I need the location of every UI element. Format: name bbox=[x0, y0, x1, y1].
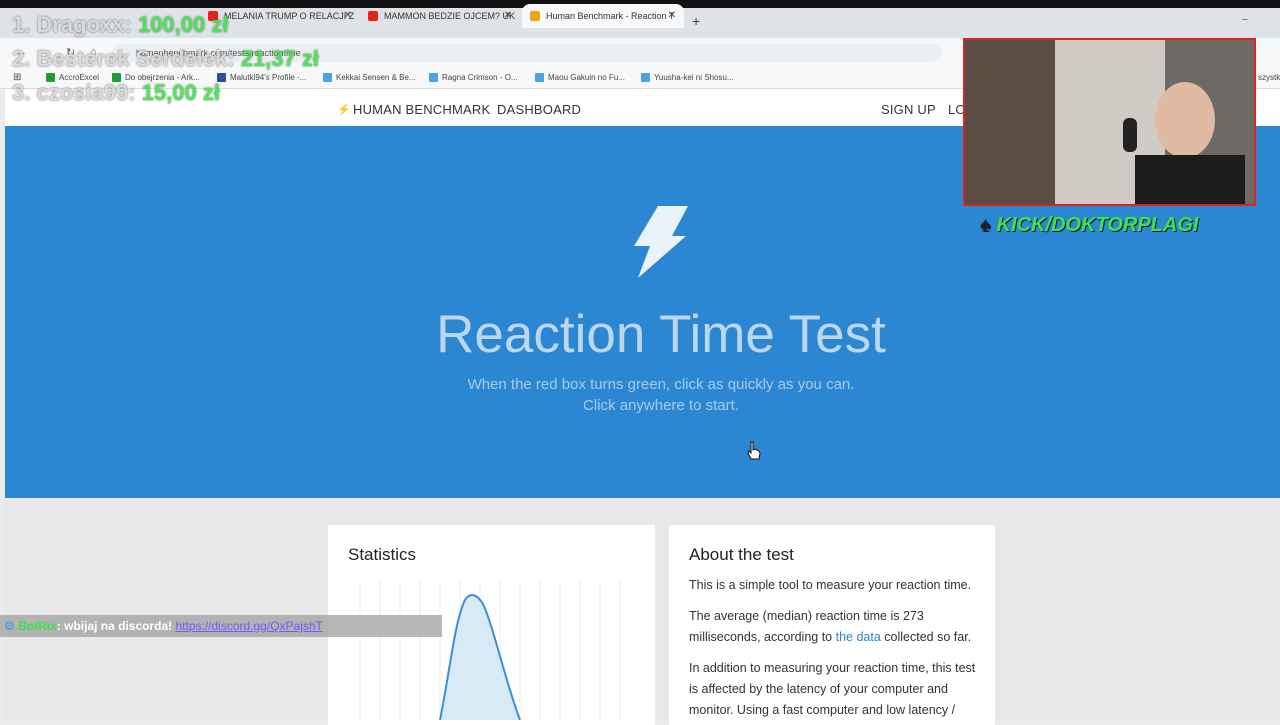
webcam-overlay bbox=[963, 38, 1256, 206]
nav-signup[interactable]: SIGN UP bbox=[881, 102, 936, 117]
bookmark-item[interactable]: Malutki94's Profile -... bbox=[217, 73, 306, 82]
about-line: collected so far. bbox=[884, 630, 972, 644]
about-title: About the test bbox=[689, 545, 794, 564]
nav-dashboard[interactable]: DASHBOARD bbox=[497, 102, 581, 117]
page-title: Reaction Time Test bbox=[436, 305, 886, 364]
about-line: In addition to measuring your reaction t… bbox=[689, 661, 976, 675]
youtube-icon bbox=[368, 11, 378, 21]
anime-site-icon bbox=[535, 73, 544, 82]
donor-name: 1. Dragoxx: bbox=[12, 12, 132, 37]
minimize-icon[interactable]: – bbox=[1242, 14, 1248, 25]
donor-name: 2. Besterek Serdelek: bbox=[12, 46, 235, 71]
donor-entry: 2. Besterek Serdelek: 21,37 zł bbox=[12, 46, 319, 72]
bookmark-label: Kekkai Sensen & Be... bbox=[336, 73, 416, 82]
chat-user: BotRix bbox=[18, 619, 57, 633]
kick-channel-label: ♠ KICK/DOKTORPLAGI bbox=[980, 214, 1198, 237]
tab-human-benchmark[interactable]: Human Benchmark - Reaction T ✕ bbox=[522, 4, 684, 28]
close-icon[interactable]: ✕ bbox=[668, 10, 676, 21]
hand-cursor-icon bbox=[747, 441, 761, 460]
donor-name: 3. czosia99: bbox=[12, 80, 136, 105]
donor-amount: 15,00 zł bbox=[141, 80, 220, 105]
bolt-small-icon: ⚡ bbox=[337, 104, 351, 116]
anime-site-icon bbox=[429, 73, 438, 82]
bookmark-label: Malutki94's Profile -... bbox=[230, 73, 307, 82]
lightning-bolt-icon bbox=[634, 206, 688, 278]
statistics-title: Statistics bbox=[348, 545, 417, 564]
close-icon[interactable]: ✕ bbox=[504, 10, 512, 21]
tab-label: Human Benchmark - Reaction T bbox=[546, 11, 675, 21]
benchmark-favicon-icon bbox=[530, 11, 540, 21]
instruction-text: When the red box turns green, click as q… bbox=[467, 376, 855, 393]
bookmark-label: Yuusha-kei ni Shosu... bbox=[654, 73, 734, 82]
donor-amount: 21,37 zł bbox=[240, 46, 319, 71]
about-paragraph-2: The average (median) reaction time is 27… bbox=[689, 606, 989, 648]
about-line: monitor. Using a fast computer and low l… bbox=[689, 703, 956, 717]
chat-link[interactable]: https://discord.gg/QxPajshT bbox=[175, 619, 322, 633]
donor-entry: 1. Dragoxx: 100,00 zł bbox=[12, 12, 228, 38]
bookmark-label: Ragna Crimson - O... bbox=[442, 73, 518, 82]
nav-brand[interactable]: HUMAN BENCHMARK bbox=[353, 102, 490, 117]
data-link[interactable]: the data bbox=[836, 630, 881, 644]
donor-amount: 100,00 zł bbox=[137, 12, 229, 37]
kick-text: KICK/DOKTORPLAGI bbox=[996, 214, 1199, 236]
bookmark-item[interactable]: Kekkai Sensen & Be... bbox=[323, 73, 416, 82]
donor-entry: 3. czosia99: 15,00 zł bbox=[12, 80, 220, 106]
webcam-feed bbox=[965, 40, 1254, 204]
about-paragraph-3: In addition to measuring your reaction t… bbox=[689, 658, 989, 721]
new-tab-icon[interactable]: + bbox=[692, 13, 700, 29]
tab-label: MAMMON BEDZIE OJCEM? UK bbox=[384, 11, 516, 21]
bookmark-item[interactable]: Yuusha-kei ni Shosu... bbox=[641, 73, 734, 82]
bookmark-overflow[interactable]: szystk bbox=[1258, 73, 1280, 82]
chat-text: : wbijaj na discorda! bbox=[56, 619, 173, 633]
about-line: The average (median) reaction time is 27… bbox=[689, 609, 924, 623]
tab-label: MELANIA TRUMP O RELACJI Z bbox=[224, 11, 355, 21]
tab-mammon[interactable]: MAMMON BEDZIE OJCEM? UK ✕ bbox=[360, 4, 520, 28]
about-line: is affected by the latency of your compu… bbox=[689, 682, 948, 696]
about-line: milliseconds, according to bbox=[689, 630, 833, 644]
bot-icon: ⚙ bbox=[4, 619, 15, 633]
start-prompt: Click anywhere to start. bbox=[583, 397, 739, 414]
about-paragraph-1: This is a simple tool to measure your re… bbox=[689, 578, 972, 592]
anime-site-icon bbox=[641, 73, 650, 82]
reaction-distribution-chart bbox=[359, 580, 621, 720]
bookmark-label: Maou Gakuin no Fu... bbox=[548, 73, 625, 82]
close-icon[interactable]: ✕ bbox=[344, 10, 352, 21]
chat-message: ⚙ BotRix: wbijaj na discorda! https://di… bbox=[4, 619, 323, 633]
anime-site-icon bbox=[323, 73, 332, 82]
bookmark-item[interactable]: Ragna Crimson - O... bbox=[429, 73, 518, 82]
bookmark-item[interactable]: Maou Gakuin no Fu... bbox=[535, 73, 625, 82]
plague-doctor-icon: ♠ bbox=[980, 214, 991, 236]
